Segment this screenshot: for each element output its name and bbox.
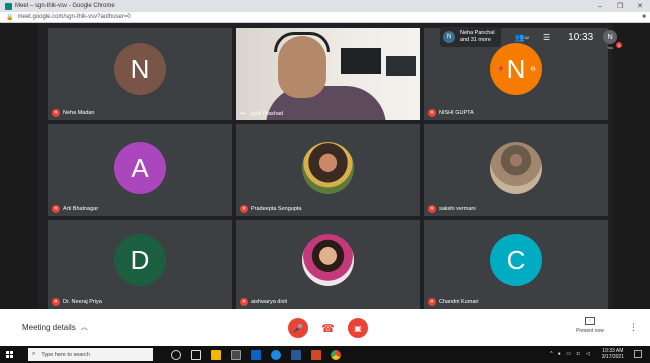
participant-tile[interactable]: ✕ sakshi vermani — [424, 124, 608, 216]
headset-icon — [274, 32, 330, 52]
participant-name: NISHI GUPTA — [439, 110, 474, 116]
meeting-details-button[interactable]: Meeting details ︿ — [22, 322, 88, 332]
cortana-icon[interactable] — [171, 349, 181, 360]
presenter-pill[interactable]: N Neha Panchal and 31 more — [440, 27, 501, 47]
chevron-up-icon: ︿ — [80, 324, 88, 331]
powerpoint-icon[interactable] — [311, 349, 321, 360]
windows-taskbar: ⌕ Type here to search ^ ● ▭ ⊏ ◁ 10:33 AM… — [0, 346, 650, 363]
store-icon[interactable] — [231, 349, 241, 360]
participant-name: Arti Bhatnagar — [63, 206, 99, 212]
meeting-overlay: N Neha Panchal and 31 more 👥 42 ☰ 10:33 N… — [440, 25, 648, 50]
system-tray: ^ ● ▭ ⊏ ◁ 10:33 AM 3/17/2021 — [550, 348, 642, 360]
mic-off-icon: ✕ — [428, 109, 436, 117]
file-explorer-icon[interactable] — [211, 349, 221, 360]
participant-name: aishwarya dixit — [251, 299, 288, 305]
pill-line-1: Neha Panchal — [460, 30, 495, 36]
avatar — [302, 234, 354, 286]
chat-icon[interactable]: ☰ — [543, 33, 550, 42]
pill-line-2: and 31 more — [460, 37, 491, 43]
word-icon[interactable] — [291, 349, 301, 360]
mic-off-icon: ✕ — [52, 205, 60, 213]
participant-tile[interactable]: N ✕ Neha Madan — [48, 28, 232, 120]
window-title: Meet – sgn-thik-vsv - Google Chrome — [15, 3, 115, 9]
meet-favicon-icon — [5, 2, 12, 10]
participant-name: Neha Madan — [63, 110, 95, 116]
participant-tile[interactable]: ✕ aishwarya dixit — [236, 220, 420, 309]
participant-name: Pradeepta Sengupta — [251, 206, 302, 212]
notification-center-icon[interactable] — [634, 350, 642, 358]
remove-icon[interactable]: ⊖ — [530, 65, 536, 73]
avatar: N — [114, 43, 166, 95]
mic-toggle-button[interactable]: 🎤 — [288, 318, 308, 338]
avatar — [490, 142, 542, 194]
address-bar[interactable]: 🔒 meet.google.com/sgn-thik-vsv?authuser=… — [0, 12, 650, 23]
avatar: C — [490, 234, 542, 286]
camera-indicator-icon[interactable]: ■ — [638, 14, 650, 20]
avatar: 📌 N ⊖ — [490, 43, 542, 95]
chrome-icon[interactable] — [331, 349, 341, 360]
participant-tile-video[interactable]: ••• Jyoti Prashad — [236, 28, 420, 120]
participant-tile[interactable]: C ✕ Chandni Kumari — [424, 220, 608, 309]
participant-tile[interactable]: ✕ Pradeepta Sengupta — [236, 124, 420, 216]
windows-start-icon[interactable] — [6, 351, 20, 358]
participant-name: Dr. Neeraj Priya — [63, 299, 102, 305]
search-icon: ⌕ — [32, 351, 36, 357]
more-options-icon[interactable]: ⋮ — [629, 322, 638, 333]
mic-off-icon: 🎤 — [293, 323, 303, 333]
participant-tile[interactable]: A ✕ Arti Bhatnagar — [48, 124, 232, 216]
avatar: N — [443, 31, 455, 43]
more-options-icon[interactable]: ••• — [240, 111, 246, 117]
participant-name: Jyoti Prashad — [249, 111, 284, 117]
close-button[interactable]: ✕ — [630, 2, 650, 10]
present-screen-icon: ↑ — [585, 317, 595, 325]
mic-off-icon: ✕ — [52, 298, 60, 306]
browser-title-bar: Meet – sgn-thik-vsv - Google Chrome – ❐ … — [0, 0, 650, 12]
url-text[interactable]: meet.google.com/sgn-thik-vsv?authuser=0 — [17, 14, 638, 20]
edge-icon[interactable] — [271, 349, 281, 360]
mic-off-icon: ✕ — [240, 298, 248, 306]
monitor-icon — [341, 48, 381, 74]
mic-off-icon: ✕ — [428, 205, 436, 213]
tray-icons[interactable]: ^ ● ▭ ⊏ ◁ — [550, 351, 592, 357]
task-view-icon[interactable] — [191, 349, 201, 360]
leave-call-button[interactable]: ☎ — [318, 318, 338, 338]
phone-hangup-icon: ☎ — [321, 322, 335, 335]
avatar — [302, 142, 354, 194]
meeting-clock: 10:33 — [568, 31, 594, 43]
participant-tile[interactable]: D ✕ Dr. Neeraj Priya — [48, 220, 232, 309]
mic-off-icon: ✕ — [52, 109, 60, 117]
notification-badge: 9 — [616, 42, 623, 48]
meeting-controls-bar: Meeting details ︿ 🎤 ☎ ▣ ↑ Present now ⋮ — [0, 309, 650, 346]
participants-icon[interactable]: 👥 42 — [515, 33, 529, 42]
meeting-stage: N ✕ Neha Madan ••• Jyoti Prashad 📌 N ⊖ ✕ NI… — [0, 23, 650, 309]
participant-name: Chandni Kumari — [439, 299, 479, 305]
taskbar-search-box[interactable]: ⌕ Type here to search — [28, 348, 153, 361]
present-now-button[interactable]: ↑ Present now — [572, 317, 608, 334]
pin-icon[interactable]: 📌 — [496, 65, 505, 73]
minimize-button[interactable]: – — [590, 3, 610, 10]
camera-off-icon: ▣ — [354, 323, 362, 333]
mic-off-icon: ✕ — [240, 205, 248, 213]
mail-icon[interactable] — [251, 349, 261, 360]
self-avatar[interactable]: N You 9 — [603, 30, 623, 50]
taskbar-clock[interactable]: 10:33 AM 3/17/2021 — [602, 348, 624, 360]
mic-off-icon: ✕ — [428, 298, 436, 306]
avatar: D — [114, 234, 166, 286]
restore-button[interactable]: ❐ — [610, 2, 630, 10]
participant-name: sakshi vermani — [439, 206, 476, 212]
avatar: A — [114, 142, 166, 194]
lock-icon: 🔒 — [6, 14, 14, 21]
camera-toggle-button[interactable]: ▣ — [348, 318, 368, 338]
